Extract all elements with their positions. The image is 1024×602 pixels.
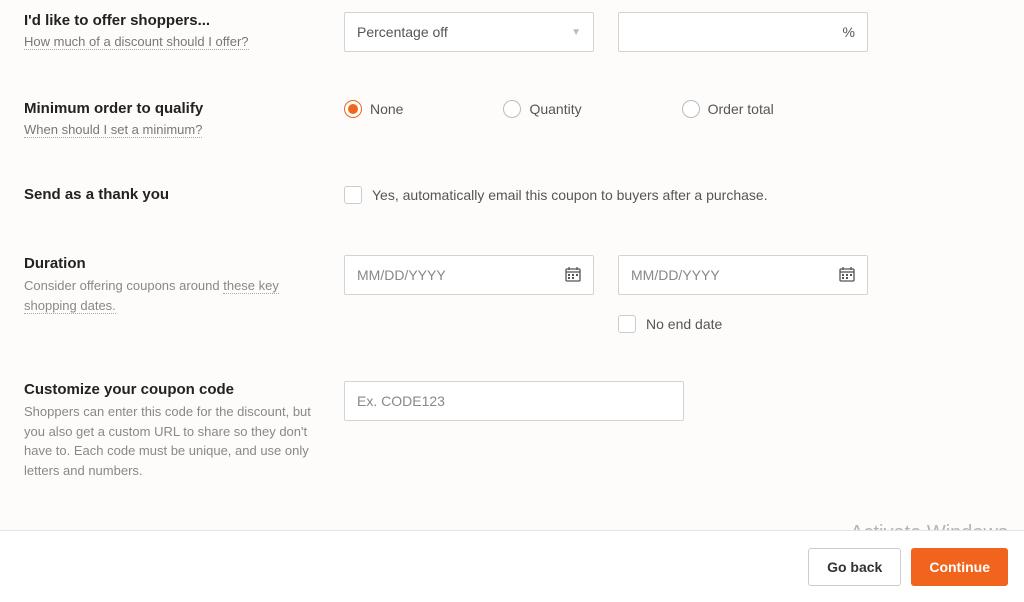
thankyou-checkbox-label: Yes, automatically email this coupon to …	[372, 187, 768, 203]
radio-none-label: None	[370, 101, 403, 117]
minimum-fields: None Quantity Order total	[344, 100, 1000, 138]
discount-type-value: Percentage off	[357, 24, 448, 40]
go-back-button[interactable]: Go back	[808, 548, 901, 586]
code-label-col: Customize your coupon code Shoppers can …	[24, 381, 344, 480]
radio-icon	[682, 100, 700, 118]
percent-symbol: %	[843, 24, 855, 40]
discount-type-select[interactable]: Percentage off ▼	[344, 12, 594, 52]
start-date-input[interactable]: MM/DD/YYYY	[344, 255, 594, 295]
minimum-row: Minimum order to qualify When should I s…	[24, 100, 1000, 138]
end-date-col: MM/DD/YYYY No end date	[618, 255, 868, 333]
thankyou-row: Send as a thank you Yes, automatically e…	[24, 186, 1000, 207]
calendar-icon	[565, 266, 581, 285]
end-date-placeholder: MM/DD/YYYY	[631, 267, 720, 283]
duration-desc: Consider offering coupons around these k…	[24, 276, 328, 315]
discount-fields: Percentage off ▼ %	[344, 12, 1000, 52]
duration-label-col: Duration Consider offering coupons aroun…	[24, 255, 344, 333]
duration-row: Duration Consider offering coupons aroun…	[24, 255, 1000, 333]
chevron-down-icon: ▼	[571, 27, 581, 38]
radio-quantity-label: Quantity	[529, 101, 581, 117]
no-end-date-label: No end date	[646, 316, 722, 332]
duration-fields: MM/DD/YYYY MM/DD/YYYY No end date	[344, 255, 1000, 333]
code-row: Customize your coupon code Shoppers can …	[24, 381, 1000, 480]
discount-row: I'd like to offer shoppers... How much o…	[24, 12, 1000, 52]
radio-order-total[interactable]: Order total	[682, 100, 774, 118]
duration-desc-prefix: Consider offering coupons around	[24, 278, 223, 293]
thankyou-checkbox-row: Yes, automatically email this coupon to …	[344, 186, 768, 204]
radio-none[interactable]: None	[344, 100, 403, 118]
footer-bar: Go back Continue	[0, 530, 1024, 602]
calendar-icon	[839, 266, 855, 285]
coupon-code-input[interactable]: Ex. CODE123	[344, 381, 684, 421]
end-date-input[interactable]: MM/DD/YYYY	[618, 255, 868, 295]
no-end-date-row: No end date	[618, 315, 868, 333]
no-end-date-checkbox[interactable]	[618, 315, 636, 333]
radio-icon	[503, 100, 521, 118]
minimum-label-col: Minimum order to qualify When should I s…	[24, 100, 344, 138]
minimum-radio-group: None Quantity Order total	[344, 100, 1000, 118]
discount-label-col: I'd like to offer shoppers... How much o…	[24, 12, 344, 52]
discount-help-link[interactable]: How much of a discount should I offer?	[24, 34, 249, 50]
radio-icon	[344, 100, 362, 118]
code-fields: Ex. CODE123	[344, 381, 1000, 480]
minimum-title: Minimum order to qualify	[24, 100, 328, 117]
radio-order-total-label: Order total	[708, 101, 774, 117]
code-title: Customize your coupon code	[24, 381, 328, 398]
coupon-code-placeholder: Ex. CODE123	[357, 393, 445, 409]
thankyou-fields: Yes, automatically email this coupon to …	[344, 186, 1000, 207]
discount-title: I'd like to offer shoppers...	[24, 12, 328, 29]
discount-amount-input[interactable]: %	[618, 12, 868, 52]
minimum-help-link[interactable]: When should I set a minimum?	[24, 122, 202, 138]
thankyou-label-col: Send as a thank you	[24, 186, 344, 207]
coupon-form: I'd like to offer shoppers... How much o…	[0, 0, 1024, 480]
duration-title: Duration	[24, 255, 328, 272]
thankyou-title: Send as a thank you	[24, 186, 328, 203]
radio-quantity[interactable]: Quantity	[503, 100, 581, 118]
start-date-placeholder: MM/DD/YYYY	[357, 267, 446, 283]
code-desc: Shoppers can enter this code for the dis…	[24, 402, 328, 480]
continue-button[interactable]: Continue	[911, 548, 1008, 586]
thankyou-checkbox[interactable]	[344, 186, 362, 204]
